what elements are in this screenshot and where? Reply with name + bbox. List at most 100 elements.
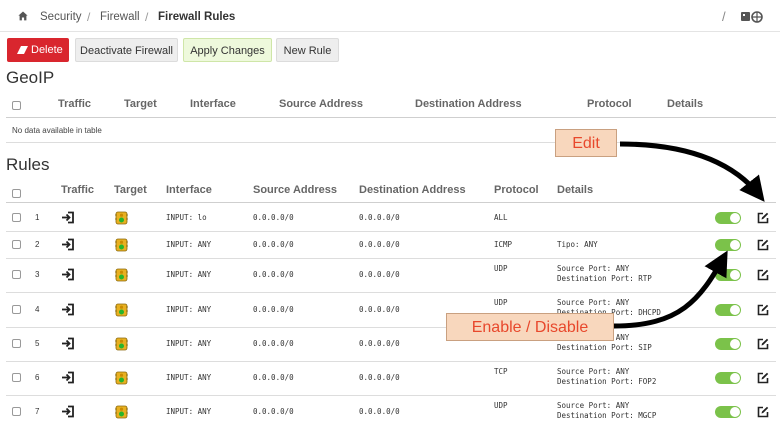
enable-toggle[interactable] [715,269,741,281]
sign-in-icon [62,405,74,418]
edit-icon[interactable] [757,239,769,251]
rule-destination: 0.0.0.0/0 [359,373,400,382]
breadcrumb-separator: / [87,10,91,24]
edit-icon[interactable] [757,338,769,350]
rule-destination: 0.0.0.0/0 [359,407,400,416]
enable-disable-annotation: Enable / Disable [446,313,614,341]
delete-button-label: Delete [31,44,63,56]
traffic-light-icon [115,371,128,385]
rule-source: 0.0.0.0/0 [253,270,294,279]
deactivate-firewall-button[interactable]: Deactivate Firewall [75,38,178,62]
home-icon[interactable] [18,11,28,21]
enable-toggle[interactable] [715,372,741,384]
rule-destination: 0.0.0.0/0 [359,239,400,249]
geoip-select-all-checkbox[interactable] [12,101,21,110]
geoip-col-interface[interactable]: Interface [190,98,236,110]
rules-col-source[interactable]: Source Address [253,184,337,196]
breadcrumb-firewall[interactable]: Firewall [100,11,140,23]
row-divider [6,327,776,328]
rule-interface: INPUT: ANY [166,270,212,279]
apply-changes-button[interactable]: Apply Changes [183,38,272,62]
toggle-knob [730,270,740,280]
geoip-header-divider [6,117,776,118]
row-checkbox[interactable] [12,339,21,348]
grid-icon[interactable] [741,11,763,23]
rule-source: 0.0.0.0/0 [253,212,294,222]
rules-header-divider [6,202,776,203]
rule-interface: INPUT: lo [166,212,207,222]
edit-icon[interactable] [757,269,769,281]
rules-col-protocol[interactable]: Protocol [494,184,539,196]
rule-number: 5 [35,339,40,348]
rule-number: 3 [35,270,40,279]
row-divider [6,231,776,232]
rule-destination: 0.0.0.0/0 [359,304,400,314]
sign-in-icon [62,238,74,250]
row-checkbox[interactable] [12,304,21,314]
row-checkbox[interactable] [12,407,21,416]
enable-toggle[interactable] [715,406,741,418]
breadcrumb-security[interactable]: Security [40,11,82,23]
geoip-col-source[interactable]: Source Address [279,98,363,110]
row-checkbox[interactable] [12,212,21,222]
edit-icon[interactable] [757,304,769,316]
delete-button[interactable]: Delete [7,38,69,62]
enable-toggle[interactable] [715,338,741,350]
rule-number: 2 [35,239,40,249]
enable-toggle[interactable] [715,238,741,251]
geoip-col-details[interactable]: Details [667,98,703,110]
enable-toggle[interactable] [715,303,741,316]
row-checkbox[interactable] [12,270,21,279]
sign-in-icon [62,337,74,350]
rule-protocol: ICMP [494,239,513,249]
sign-in-icon [62,371,74,384]
rule-source: 0.0.0.0/0 [253,339,294,348]
geoip-col-traffic[interactable]: Traffic [58,98,91,110]
rule-source: 0.0.0.0/0 [253,407,294,416]
traffic-light-icon [115,238,128,251]
traffic-light-icon [115,405,128,419]
toggle-knob [730,304,740,315]
toggle-knob [730,407,740,417]
row-checkbox[interactable] [12,373,21,382]
rule-interface: INPUT: ANY [166,304,212,314]
geoip-col-destination[interactable]: Destination Address [415,98,522,110]
toggle-knob [730,373,740,383]
rule-details-line2: Destination Port: RTP [557,274,652,283]
edit-icon[interactable] [757,406,769,418]
row-checkbox[interactable] [12,239,21,249]
rule-interface: INPUT: ANY [166,407,212,416]
rules-col-interface[interactable]: Interface [166,184,212,196]
rule-number: 7 [35,407,40,416]
new-rule-button[interactable]: New Rule [276,38,339,62]
rules-col-traffic[interactable]: Traffic [61,184,94,196]
rule-number: 6 [35,373,40,382]
rule-protocol: UDP [494,264,508,273]
geoip-empty-text: No data available in table [12,126,102,135]
edit-icon[interactable] [757,212,769,224]
breadcrumb-current: Firewall Rules [158,11,236,23]
rules-select-all-checkbox[interactable] [12,189,21,198]
toggle-knob [730,339,740,349]
geoip-col-target[interactable]: Target [124,98,157,110]
edit-arrow [619,141,765,202]
traffic-light-icon [115,337,128,351]
rule-source: 0.0.0.0/0 [253,373,294,382]
geoip-title: GeoIP [6,68,55,87]
enable-toggle[interactable] [715,211,741,224]
rules-col-target[interactable]: Target [114,184,147,196]
traffic-light-icon [115,268,128,282]
rule-destination: 0.0.0.0/0 [359,339,400,348]
geoip-table-bottom [6,142,776,143]
rule-destination: 0.0.0.0/0 [359,270,400,279]
edit-icon[interactable] [757,372,769,384]
rules-col-details[interactable]: Details [557,184,593,196]
rules-col-destination[interactable]: Destination Address [359,184,466,196]
rule-details-line1: Source Port: ANY [557,367,630,376]
rule-interface: INPUT: ANY [166,339,212,348]
top-right-separator: / [722,9,726,24]
rule-interface: INPUT: ANY [166,373,212,382]
breadcrumb-separator: / [145,10,149,24]
geoip-col-protocol[interactable]: Protocol [587,98,632,110]
toggle-knob [730,212,740,223]
